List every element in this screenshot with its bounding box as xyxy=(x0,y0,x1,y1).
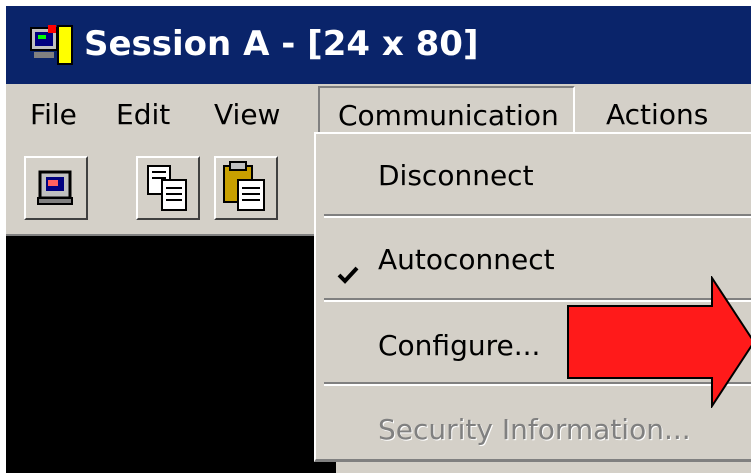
copy-button[interactable] xyxy=(136,156,200,220)
red-arrow-annotation xyxy=(566,274,751,412)
window-title: Session A - [24 x 80] xyxy=(84,24,479,64)
app-icon[interactable] xyxy=(30,24,74,68)
paste-button[interactable] xyxy=(214,156,278,220)
terminal-screen[interactable] xyxy=(6,234,336,473)
menu-item-disconnect[interactable]: Disconnect xyxy=(316,146,751,206)
checkmark-icon xyxy=(336,248,360,284)
menu-separator xyxy=(324,214,751,218)
menu-item-label: Configure... xyxy=(378,329,541,362)
menu-file[interactable]: File xyxy=(30,84,77,146)
title-bar[interactable]: Session A - [24 x 80] xyxy=(6,6,751,84)
session-button[interactable] xyxy=(24,156,88,220)
menu-view[interactable]: View xyxy=(214,84,280,146)
menu-item-label: Disconnect xyxy=(378,159,534,192)
menu-item-label: Autoconnect xyxy=(378,243,555,276)
menu-edit[interactable]: Edit xyxy=(116,84,170,146)
